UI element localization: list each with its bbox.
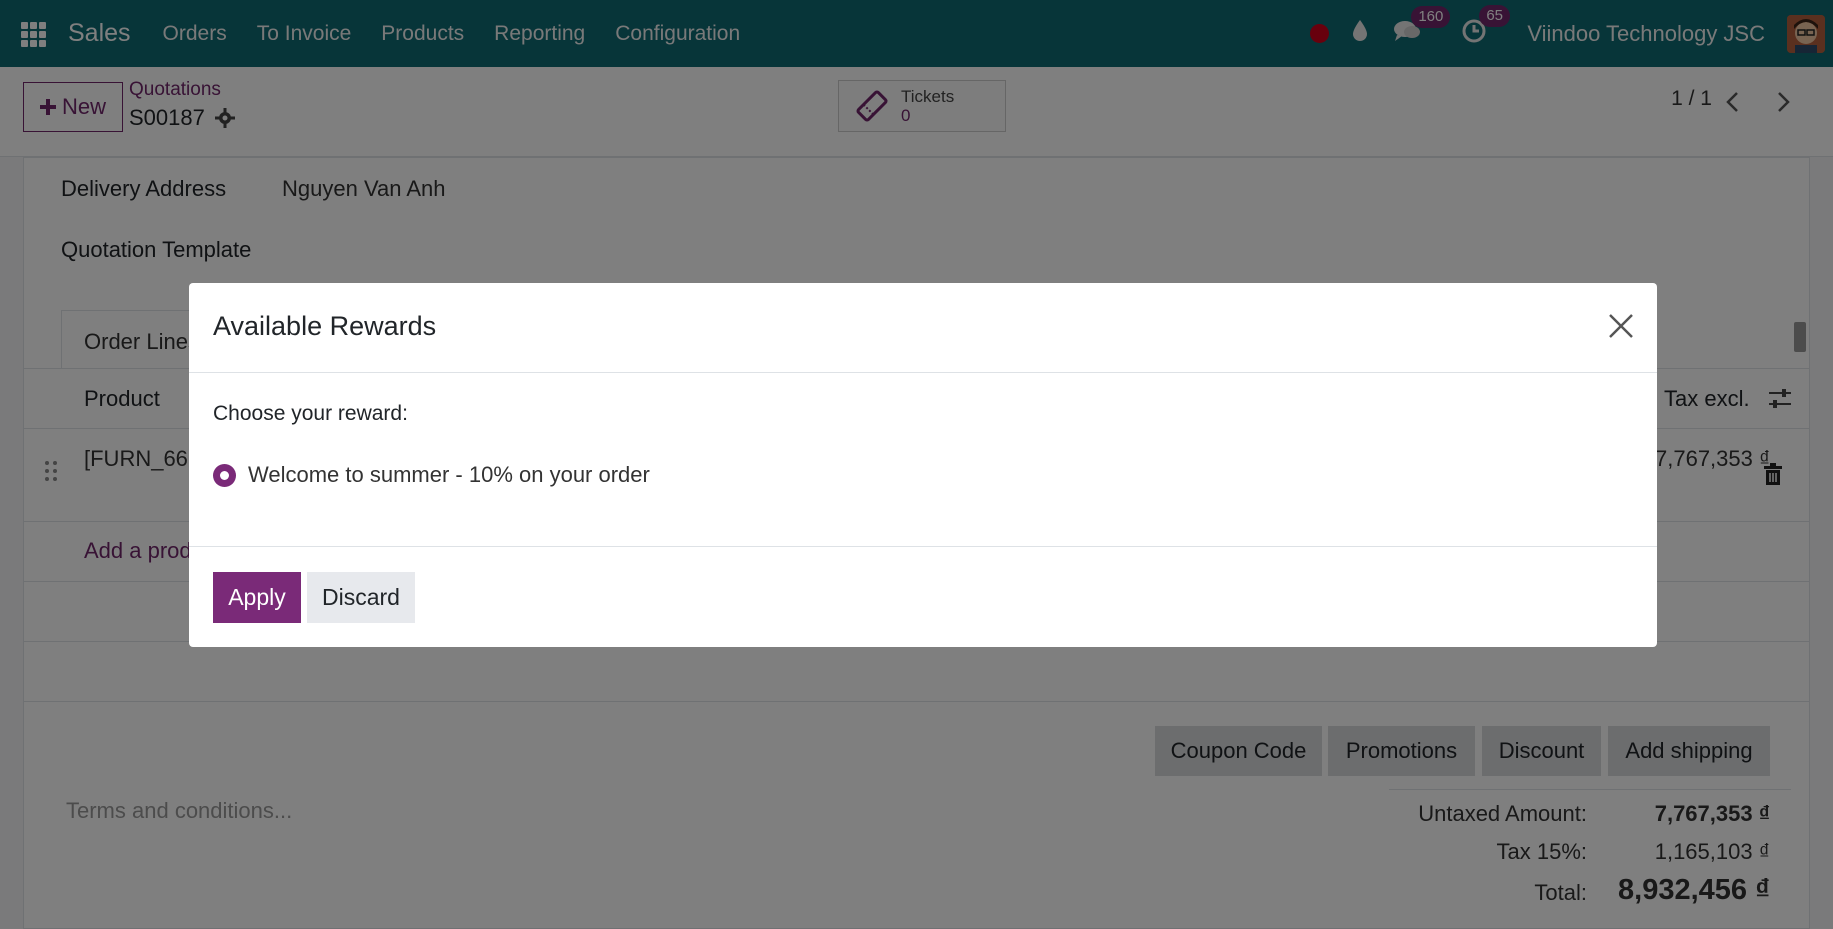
close-icon [1609,314,1633,338]
dialog-title: Available Rewards [213,311,437,341]
close-button[interactable] [1605,310,1637,342]
discard-button[interactable]: Discard [307,572,415,623]
apply-button[interactable]: Apply [213,572,301,623]
dialog-body: Choose your reward: Welcome to summer - … [189,373,1657,547]
reward-option[interactable]: Welcome to summer - 10% on your order [213,462,650,488]
available-rewards-dialog: Available Rewards Choose your reward: We… [189,283,1657,647]
reward-option-label[interactable]: Welcome to summer - 10% on your order [248,462,650,488]
dialog-header: Available Rewards [189,283,1657,373]
reward-radio[interactable] [213,463,236,487]
dialog-footer: Apply Discard [189,547,1657,646]
choose-reward-label: Choose your reward: [213,402,408,425]
